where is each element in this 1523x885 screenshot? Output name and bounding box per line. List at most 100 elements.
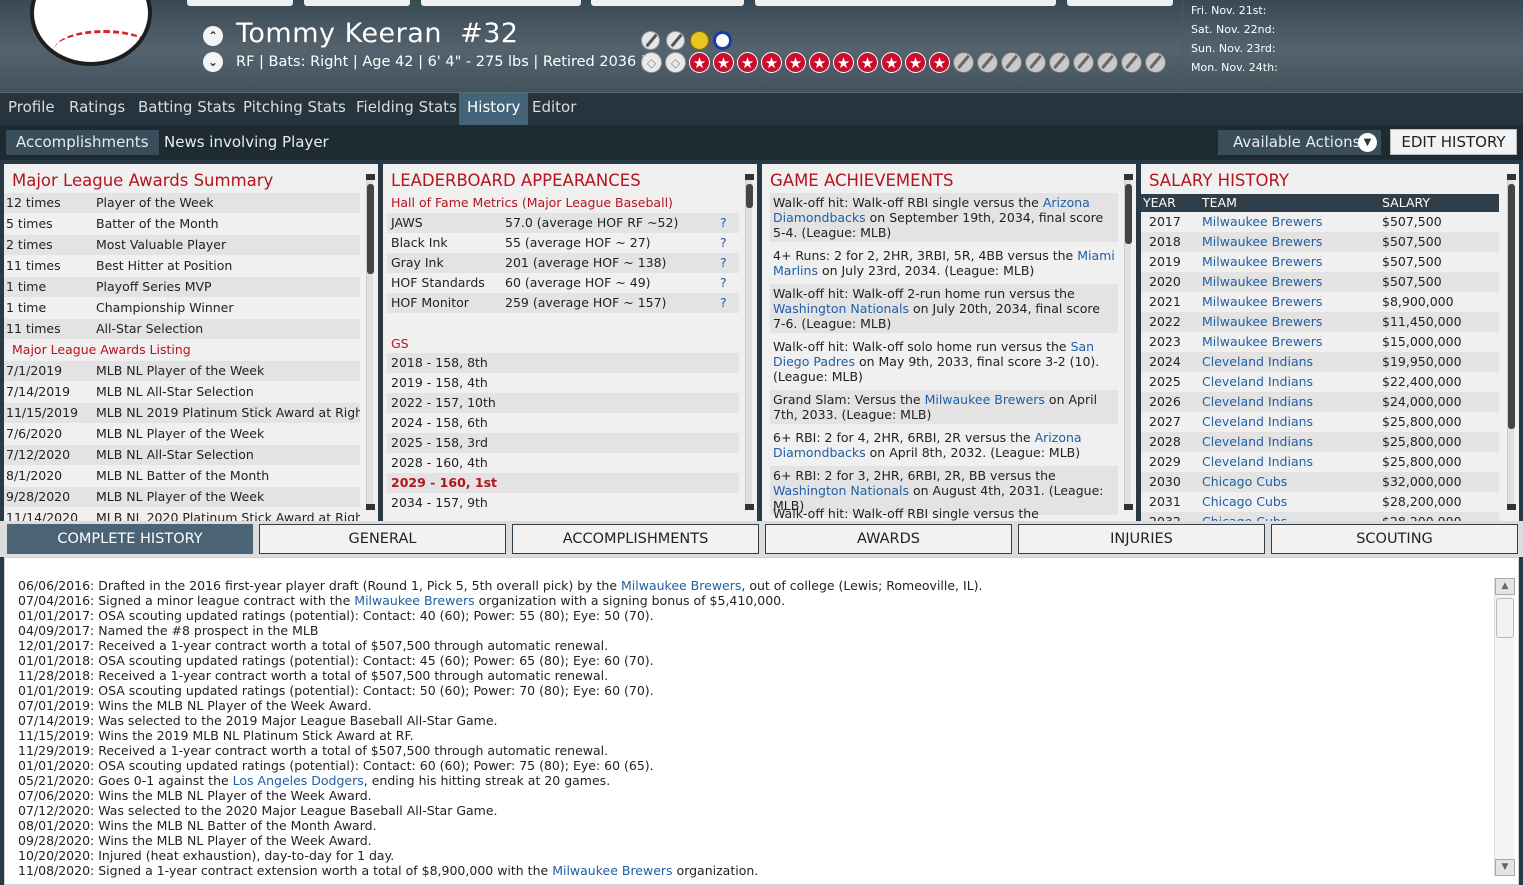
tab-batting-stats[interactable]: Batting Stats bbox=[130, 93, 244, 126]
team-link[interactable]: Milwaukee Brewers bbox=[1202, 292, 1322, 312]
salary-amount: $25,800,000 bbox=[1382, 414, 1462, 429]
header-tab-stub[interactable] bbox=[187, 0, 293, 6]
team-link[interactable]: Washington Nationals bbox=[773, 301, 909, 316]
column-header[interactable]: SALARY bbox=[1382, 194, 1430, 212]
tab-accomplishments[interactable]: ACCOMPLISHMENTS bbox=[512, 524, 759, 554]
team-link[interactable]: Milwaukee Brewers bbox=[1202, 332, 1322, 352]
metric-name: HOF Monitor bbox=[391, 295, 469, 310]
column-header[interactable]: TEAM bbox=[1202, 194, 1237, 212]
history-scrollbar[interactable]: ▲ ▼ bbox=[1494, 578, 1515, 876]
tab-scouting[interactable]: SCOUTING bbox=[1271, 524, 1518, 554]
scroll-thumb[interactable] bbox=[367, 184, 374, 274]
award-name: Batter of the Month bbox=[96, 216, 219, 231]
history-entry: 07/14/2019: Was selected to the 2019 Maj… bbox=[18, 713, 498, 728]
tab-general[interactable]: GENERAL bbox=[259, 524, 506, 554]
scroll-thumb[interactable] bbox=[746, 184, 753, 208]
metric-value: 259 (average HOF ~ 157) bbox=[505, 295, 667, 310]
achievement-item: Walk-off hit: Walk-off RBI single versus… bbox=[770, 193, 1118, 242]
column-header[interactable]: YEAR bbox=[1143, 194, 1176, 212]
bat-award-icon bbox=[1145, 52, 1166, 73]
tab-complete-history[interactable]: COMPLETE HISTORY bbox=[7, 524, 253, 554]
scroll-up-icon[interactable] bbox=[1507, 174, 1516, 180]
scroll-up-icon[interactable] bbox=[745, 174, 754, 180]
metric-help-link[interactable]: ? bbox=[720, 293, 727, 313]
scroll-up-icon[interactable] bbox=[1124, 174, 1133, 180]
available-actions-dropdown[interactable]: Available Actions ▼ bbox=[1218, 130, 1381, 155]
metric-help-link[interactable]: ? bbox=[720, 233, 727, 253]
tab-fielding-stats[interactable]: Fielding Stats bbox=[348, 93, 465, 126]
team-link[interactable]: Cleveland Indians bbox=[1202, 352, 1313, 372]
header-tab-stub[interactable] bbox=[421, 0, 581, 6]
salary-year: 2019 bbox=[1149, 254, 1181, 269]
salary-row: 2019 Milwaukee Brewers $507,500 bbox=[1141, 252, 1499, 272]
leaderboard-scrollbar[interactable] bbox=[745, 174, 754, 510]
scroll-down-icon[interactable] bbox=[1507, 504, 1516, 510]
team-link[interactable]: Washington Nationals bbox=[773, 483, 909, 498]
tab-pitching-stats[interactable]: Pitching Stats bbox=[235, 93, 354, 126]
header-tab-stub[interactable] bbox=[591, 0, 744, 6]
next-player-button[interactable]: ⌄ bbox=[203, 52, 223, 72]
achievement-text: 6+ RBI: 2 for 3, 2HR, 6RBI, 2R, BB versu… bbox=[773, 468, 1056, 483]
history-text: 12/01/2017: Received a 1-year contract w… bbox=[18, 638, 609, 653]
team-link[interactable]: Chicago Cubs bbox=[1202, 492, 1287, 512]
salary-row: 2021 Milwaukee Brewers $8,900,000 bbox=[1141, 292, 1499, 312]
award-name: Championship Winner bbox=[96, 300, 234, 315]
scroll-thumb[interactable] bbox=[1496, 598, 1514, 638]
tab-profile[interactable]: Profile bbox=[0, 93, 63, 126]
header-tab-stub[interactable] bbox=[304, 0, 410, 6]
team-link[interactable]: Cleveland Indians bbox=[1202, 432, 1313, 452]
team-link[interactable]: Milwaukee Brewers bbox=[1202, 312, 1322, 332]
subtab-news[interactable]: News involving Player bbox=[154, 130, 339, 155]
metric-help-link[interactable]: ? bbox=[720, 273, 727, 293]
salary-scrollbar[interactable] bbox=[1507, 174, 1516, 510]
achievements-scrollbar[interactable] bbox=[1124, 174, 1133, 510]
team-link[interactable]: Cleveland Indians bbox=[1202, 372, 1313, 392]
team-link[interactable]: Cleveland Indians bbox=[1202, 392, 1313, 412]
team-link[interactable]: Milwaukee Brewers bbox=[1202, 252, 1322, 272]
scroll-up-icon[interactable] bbox=[366, 174, 375, 180]
salary-title: SALARY HISTORY bbox=[1149, 171, 1289, 190]
metric-value: 201 (average HOF ~ 138) bbox=[505, 255, 667, 270]
history-entry: 07/06/2020: Wins the MLB NL Player of th… bbox=[18, 788, 372, 803]
tab-injuries[interactable]: INJURIES bbox=[1018, 524, 1265, 554]
tab-editor[interactable]: Editor bbox=[524, 93, 584, 126]
scroll-down-icon[interactable] bbox=[745, 504, 754, 510]
all-star-icon: ★ bbox=[833, 52, 854, 73]
team-link[interactable]: Milwaukee Brewers bbox=[552, 863, 672, 878]
header-tab-stub[interactable] bbox=[1067, 0, 1173, 6]
gs-row: 2034 - 157, 9th bbox=[391, 495, 488, 510]
team-link[interactable]: Milwaukee Brewers bbox=[1202, 212, 1322, 232]
scroll-thumb[interactable] bbox=[1125, 184, 1132, 244]
team-link[interactable]: Chicago Cubs bbox=[1202, 472, 1287, 492]
team-link[interactable]: Milwaukee Brewers bbox=[1202, 272, 1322, 292]
team-link[interactable]: Los Angeles Dodgers bbox=[233, 773, 364, 788]
metric-help-link[interactable]: ? bbox=[720, 213, 727, 233]
metric-name: Black Ink bbox=[391, 235, 448, 250]
scroll-up-icon[interactable]: ▲ bbox=[1495, 578, 1515, 595]
scroll-thumb[interactable] bbox=[1508, 184, 1515, 429]
team-link[interactable]: Cleveland Indians bbox=[1202, 412, 1313, 432]
tab-awards[interactable]: AWARDS bbox=[765, 524, 1012, 554]
tab-history[interactable]: History bbox=[459, 93, 529, 126]
award-listing-row: 7/14/2019 MLB NL All-Star Selection bbox=[4, 382, 360, 402]
scroll-down-icon[interactable] bbox=[366, 504, 375, 510]
team-link[interactable]: Chicago Cubs bbox=[1202, 512, 1287, 521]
header-search-stub[interactable] bbox=[755, 0, 1056, 6]
team-link[interactable]: Milwaukee Brewers bbox=[1202, 232, 1322, 252]
team-link[interactable]: Milwaukee Brewers bbox=[354, 593, 474, 608]
metric-help-link[interactable]: ? bbox=[720, 253, 727, 273]
team-link[interactable]: Cleveland Indians bbox=[1202, 452, 1313, 472]
subtab-accomplishments[interactable]: Accomplishments bbox=[6, 130, 159, 155]
team-link[interactable]: Milwaukee Brewers bbox=[925, 392, 1045, 407]
salary-year: 2025 bbox=[1149, 374, 1181, 389]
award-count: 12 times bbox=[6, 195, 61, 210]
award-listing-row: 7/12/2020 MLB NL All-Star Selection bbox=[4, 445, 360, 465]
team-link[interactable]: Milwaukee Brewers bbox=[621, 578, 741, 593]
scroll-down-icon[interactable] bbox=[1124, 504, 1133, 510]
edit-history-button[interactable]: EDIT HISTORY bbox=[1390, 129, 1517, 155]
previous-player-button[interactable]: ⌃ bbox=[203, 26, 223, 46]
scroll-down-icon[interactable]: ▼ bbox=[1495, 859, 1515, 876]
tab-ratings[interactable]: Ratings bbox=[61, 93, 133, 126]
history-text: 07/14/2019: Was selected to the 2019 Maj… bbox=[18, 713, 498, 728]
awards-scrollbar[interactable] bbox=[366, 174, 375, 510]
